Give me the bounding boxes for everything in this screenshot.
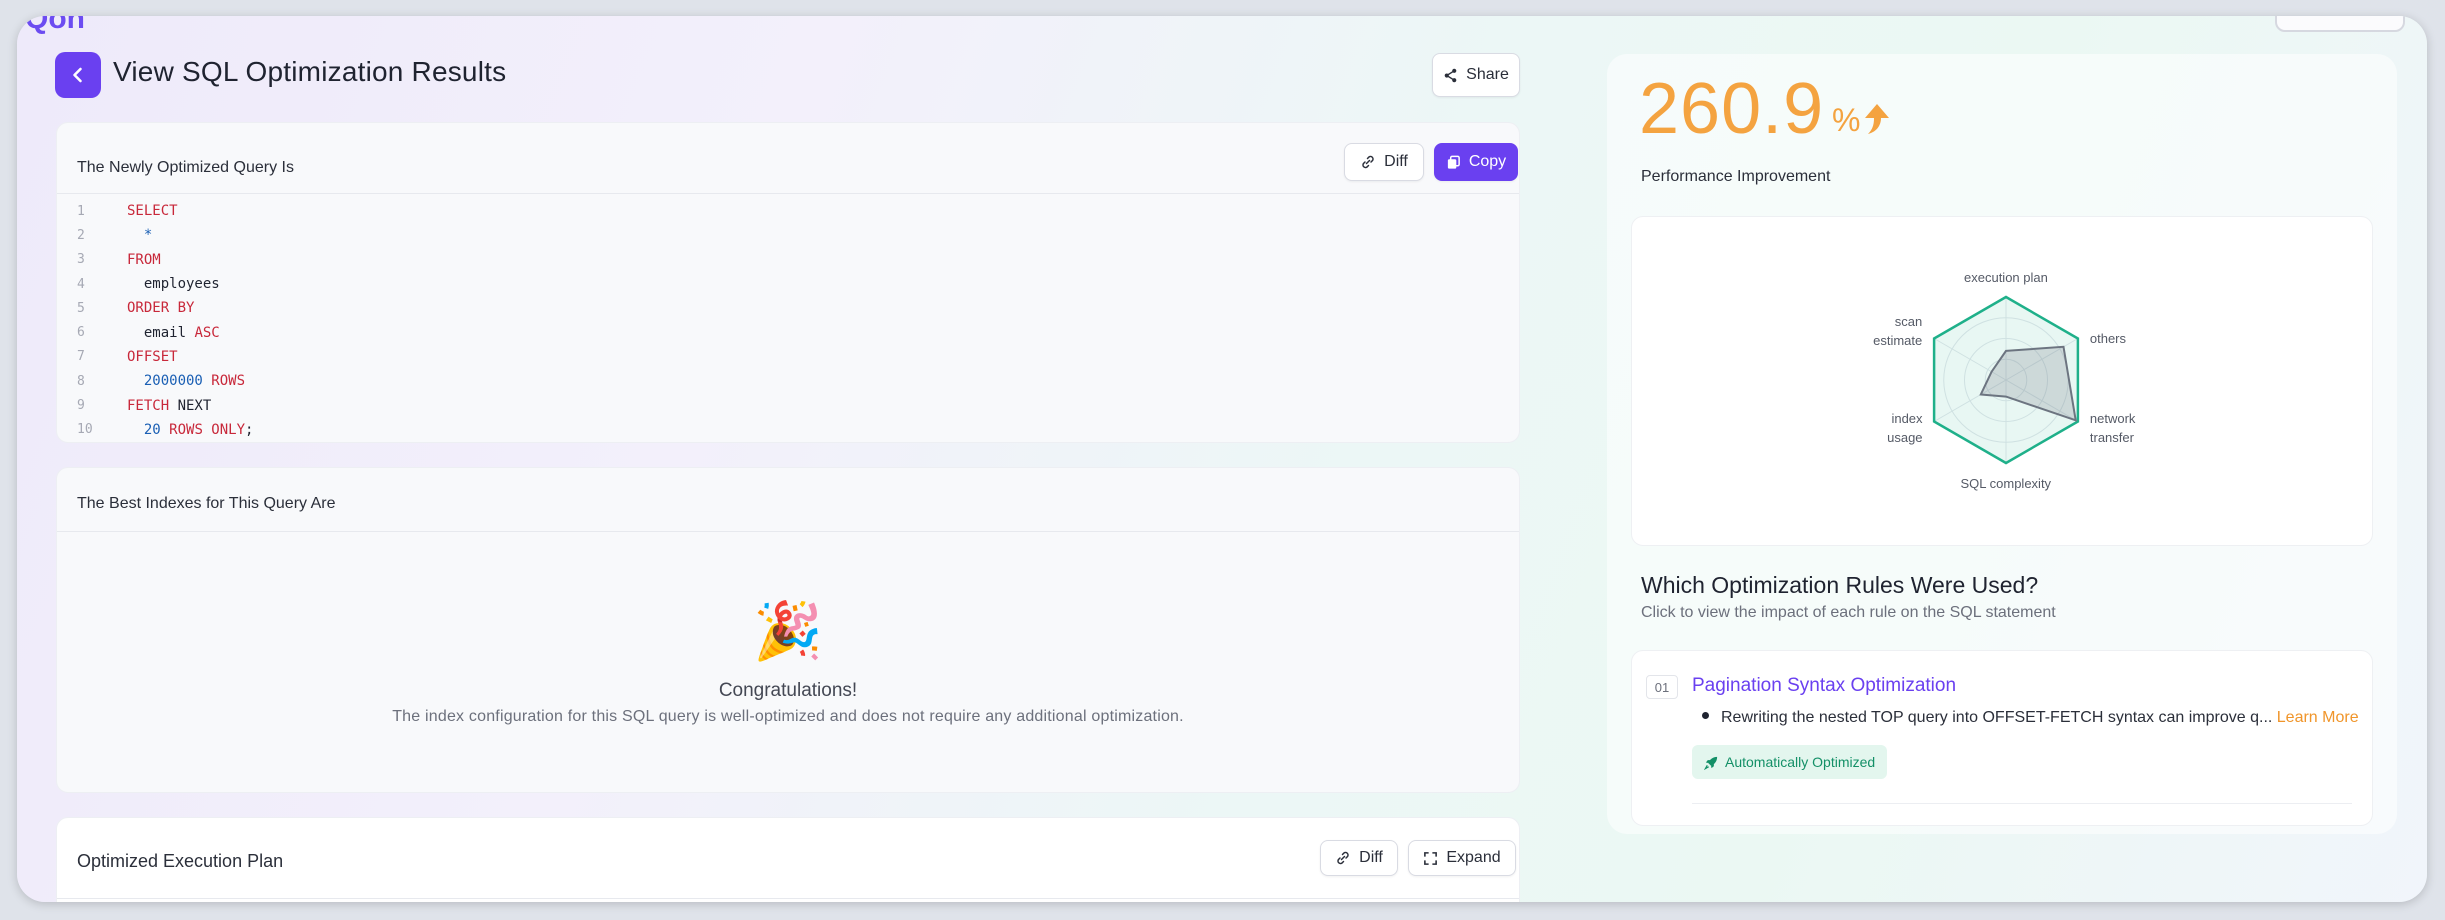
line-number: 2 <box>77 227 85 243</box>
rule-description: Rewriting the nested TOP query into OFFS… <box>1702 709 2359 727</box>
card-divider <box>57 193 1519 194</box>
indexes-card: The Best Indexes for This Query Are 🎉 Co… <box>56 467 1520 793</box>
rules-title: Which Optimization Rules Were Used? <box>1641 572 2039 598</box>
right-panel: 260.9 % Performance Improvement executio… <box>1607 54 2397 834</box>
code-line: 5 ORDER BY <box>57 296 1519 320</box>
optimized-query-title: The Newly Optimized Query Is <box>77 159 294 176</box>
diff-label: Diff <box>1384 153 1408 170</box>
line-number: 7 <box>77 349 85 365</box>
performance-value: 260.9 <box>1639 69 1825 149</box>
execution-plan-title: Optimized Execution Plan <box>77 851 284 871</box>
code-line: 7 OFFSET <box>57 345 1519 369</box>
code-line: 1 SELECT <box>57 199 1519 223</box>
card-divider <box>57 898 1519 899</box>
radar-axis-label: index usage <box>1887 410 1923 445</box>
radar-axis-label: execution plan <box>1964 269 2048 285</box>
rule-divider <box>1692 803 2352 804</box>
code-line: 3 FROM <box>57 248 1519 272</box>
learn-more-link[interactable]: Learn More <box>2277 709 2359 726</box>
code-token: SELECT <box>127 203 178 220</box>
plan-diff-button[interactable]: Diff <box>1320 840 1398 876</box>
share-label: Share <box>1466 66 1509 83</box>
rule-card[interactable]: 01 Pagination Syntax Optimization Rewrit… <box>1631 650 2373 826</box>
back-button[interactable] <box>55 52 101 98</box>
party-popper-icon: 🎉 <box>753 599 823 662</box>
radar-chart <box>1932 295 2080 465</box>
radar-axis-label: SQL complexity <box>1960 475 2052 491</box>
line-number: 5 <box>77 300 85 316</box>
code-token: ASC <box>194 324 220 341</box>
code-token: ROWS ONLY <box>169 421 246 438</box>
code-token: OFFSET <box>127 348 178 365</box>
radar-axis-label: scan estimate <box>1873 313 1923 348</box>
code-line: 8 2000000 ROWS <box>57 369 1519 393</box>
line-number: 1 <box>77 203 85 219</box>
arrow-up-icon <box>1865 104 1889 134</box>
line-number: 6 <box>77 325 85 341</box>
diff-button[interactable]: Diff <box>1344 143 1424 181</box>
code-token: ORDER BY <box>127 300 195 317</box>
code-line: 6 email ASC <box>57 320 1519 344</box>
chevron-left-icon <box>73 67 82 83</box>
optimized-query-card: The Newly Optimized Query Is Diff Copy 1… <box>56 122 1520 443</box>
code-line: 10 20 ROWS ONLY; <box>57 418 1519 442</box>
code-block[interactable]: 1 SELECT 2 * 3 FROM 4 employees 5 ORDER BY 6 ema… <box>57 199 1519 442</box>
indexes-title: The Best Indexes for This Query Are <box>77 495 336 512</box>
page-title: View SQL Optimization Results <box>113 56 507 87</box>
copy-label: Copy <box>1468 153 1507 170</box>
expand-icon <box>1424 851 1438 865</box>
code-token: ROWS <box>211 373 246 390</box>
line-number: 4 <box>77 276 85 292</box>
link-icon <box>1362 155 1374 169</box>
app-window: Ԛon View SQL Optimization Results Share … <box>17 16 2427 902</box>
code-line: 2 * <box>57 223 1519 247</box>
logo: Ԛon <box>25 16 85 35</box>
code-token: 20 <box>127 421 170 438</box>
link-icon <box>1337 851 1349 865</box>
radar-axis-label: network transfer <box>2089 410 2136 445</box>
performance-label: Performance Improvement <box>1641 168 1831 185</box>
performance-unit: % <box>1832 102 1861 138</box>
expand-button[interactable]: Expand <box>1408 840 1516 876</box>
code-line: 4 employees <box>57 272 1519 296</box>
share-button[interactable]: Share <box>1432 53 1520 97</box>
code-token: employees <box>127 276 220 293</box>
line-number: 10 <box>77 422 93 438</box>
rule-number: 01 <box>1646 675 1678 699</box>
auto-optimized-badge: Automatically Optimized <box>1692 745 1888 779</box>
line-number: 9 <box>77 398 85 414</box>
rule-description-text: Rewriting the nested TOP query into OFFS… <box>1721 709 2273 726</box>
congrats-title: Congratulations! <box>718 680 858 701</box>
top-right-button[interactable] <box>2275 16 2405 32</box>
code-token: email <box>127 324 195 341</box>
copy-button[interactable]: Copy <box>1434 143 1518 181</box>
code-token: FETCH <box>127 397 178 414</box>
radar-chart-card: execution plan others network transfer SQL … <box>1631 216 2373 546</box>
code-token: NEXT <box>177 397 212 414</box>
auto-optimized-label: Automatically Optimized <box>1725 754 1876 770</box>
rule-name-link[interactable]: Pagination Syntax Optimization <box>1692 675 1956 697</box>
code-token: ; <box>245 421 254 438</box>
code-token: FROM <box>127 251 161 268</box>
line-number: 3 <box>77 252 85 268</box>
line-number: 8 <box>77 373 85 389</box>
code-token: * <box>127 227 153 244</box>
rules-subtitle: Click to view the impact of each rule on… <box>1641 604 2056 621</box>
rocket-icon <box>1704 756 1718 770</box>
radar-axis-label: others <box>2089 331 2127 346</box>
congrats-description: The index configuration for this SQL que… <box>392 708 1184 725</box>
copy-icon <box>1447 155 1460 169</box>
bullet-icon <box>1702 712 1709 720</box>
expand-label: Expand <box>1446 849 1501 866</box>
code-token: 2000000 <box>127 373 212 390</box>
plan-diff-label: Diff <box>1359 849 1383 866</box>
share-icon <box>1444 68 1457 82</box>
card-divider <box>57 531 1519 532</box>
code-line: 9 FETCH NEXT <box>57 393 1519 417</box>
execution-plan-card: Optimized Execution Plan Diff Expand <box>56 817 1520 902</box>
